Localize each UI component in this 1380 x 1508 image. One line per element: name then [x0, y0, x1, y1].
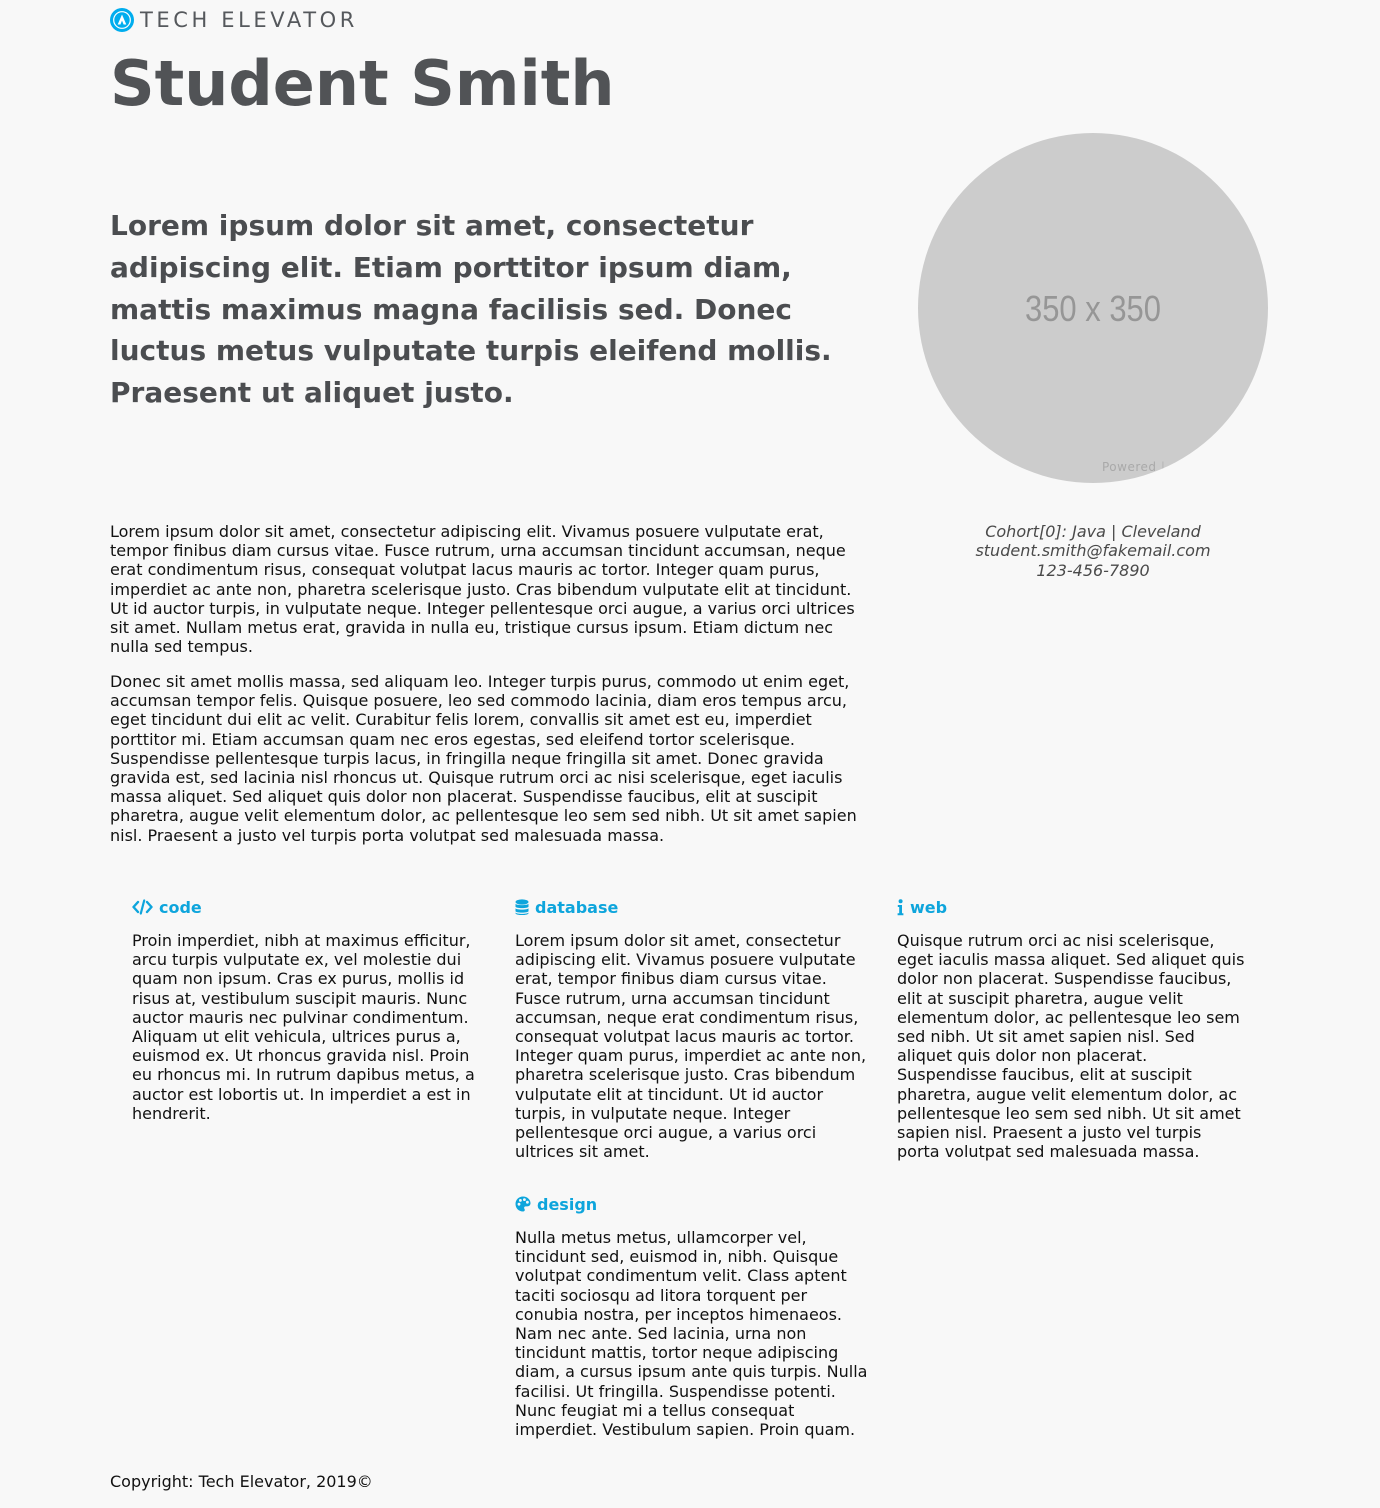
contact-info: Cohort[0]: Java | Cleveland student.smit…: [918, 522, 1268, 580]
intro-lede: Lorem ipsum dolor sit amet, consectetur …: [110, 209, 832, 410]
tech-elevator-logo-icon: [110, 8, 134, 32]
avatar: 350 x 350 Powered |: [918, 133, 1268, 483]
skill-text: Nulla metus metus, ullamcorper vel, tinc…: [515, 1228, 868, 1440]
portfolio-page: TECH ELEVATOR Student Smith Lorem ipsum …: [0, 0, 1380, 1508]
bio-section: Lorem ipsum dolor sit amet, consectetur …: [110, 522, 870, 860]
info-icon: [897, 898, 904, 916]
site-logo[interactable]: TECH ELEVATOR: [110, 8, 358, 32]
bio-paragraph: Donec sit amet mollis massa, sed aliquam…: [110, 671, 857, 845]
skill-card-database: database Lorem ipsum dolor sit amet, con…: [515, 896, 867, 1162]
skill-card-code: code Proin imperdiet, nibh at maximus ef…: [132, 896, 484, 1123]
avatar-placeholder-text: 350 x 350: [1024, 288, 1161, 329]
skill-title-web: web: [897, 896, 1249, 918]
phone-text[interactable]: 123-456-7890: [918, 561, 1268, 580]
bio-paragraph: Lorem ipsum dolor sit amet, consectetur …: [110, 522, 855, 657]
skill-title-label: web: [910, 897, 948, 917]
page-title: Student Smith: [110, 47, 615, 120]
skill-title-label: design: [537, 1194, 598, 1214]
database-icon: [515, 898, 529, 916]
avatar-powered-by: Powered |: [1102, 460, 1166, 474]
skill-text: Quisque rutrum orci ac nisi scelerisque,…: [897, 931, 1245, 1162]
skill-card-design: design Nulla metus metus, ullamcorper ve…: [515, 1193, 871, 1440]
skill-title-label: database: [535, 897, 619, 917]
skill-text: Proin imperdiet, nibh at maximus efficit…: [132, 931, 475, 1123]
skill-card-web: web Quisque rutrum orci ac nisi sceleris…: [897, 896, 1249, 1162]
logo-wordmark: TECH ELEVATOR: [140, 8, 358, 32]
footer-copyright: Copyright: Tech Elevator, 2019©: [110, 1472, 373, 1491]
email-text[interactable]: student.smith@fakemail.com: [918, 541, 1268, 560]
skill-title-label: code: [159, 897, 202, 917]
skill-title-design: design: [515, 1193, 871, 1215]
cohort-text: Cohort[0]: Java | Cleveland: [985, 522, 1201, 541]
skill-title-code: code: [132, 896, 484, 918]
palette-icon: [515, 1196, 531, 1212]
skill-text: Lorem ipsum dolor sit amet, consectetur …: [515, 931, 867, 1162]
skill-title-database: database: [515, 896, 867, 918]
code-icon: [132, 899, 153, 915]
